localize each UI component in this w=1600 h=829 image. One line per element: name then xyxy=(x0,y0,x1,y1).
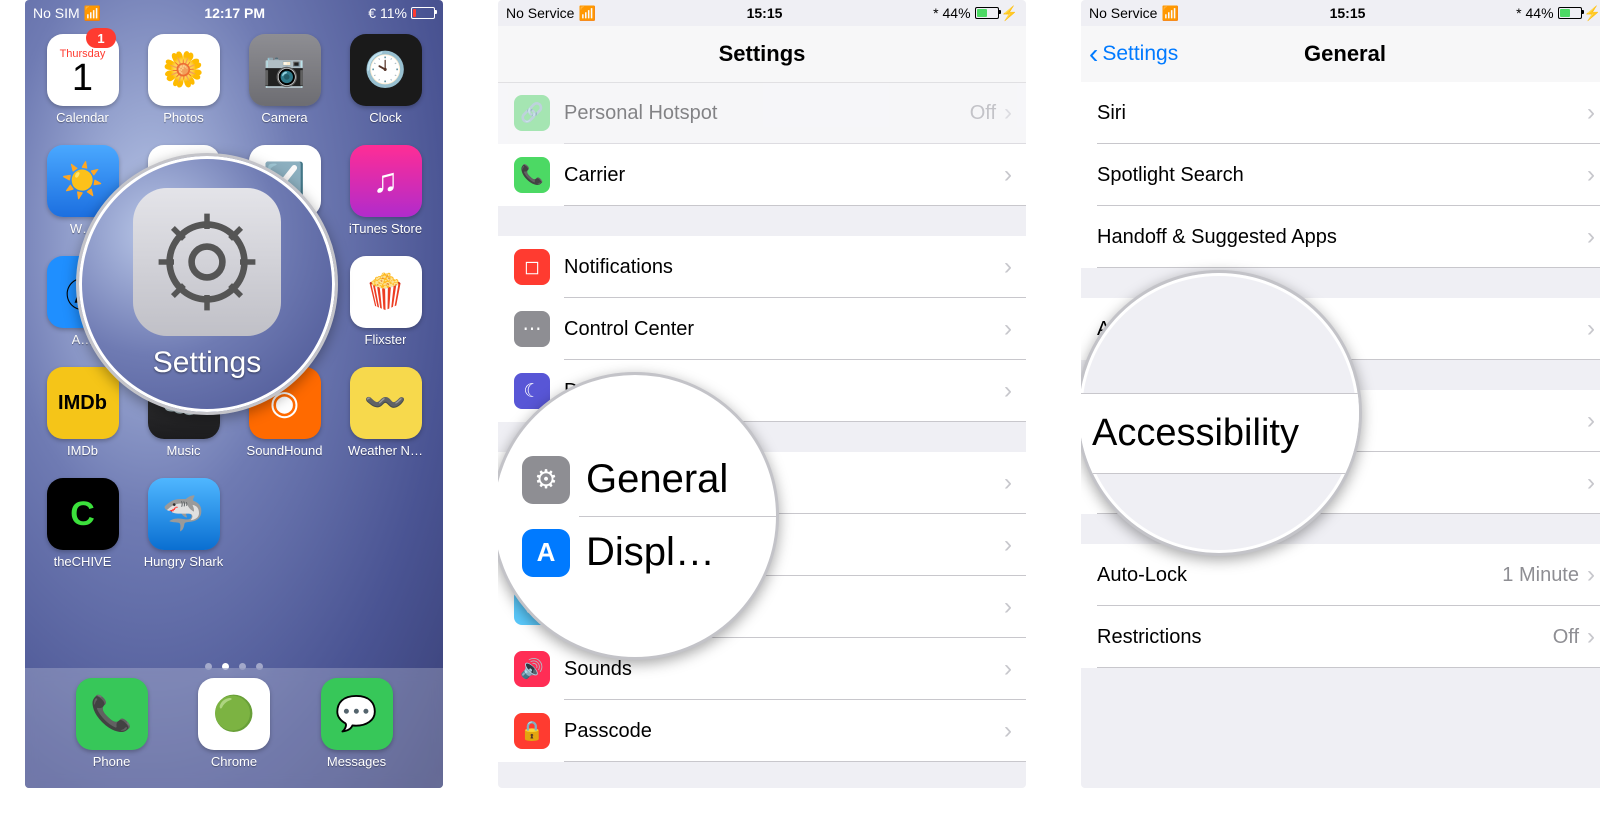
app-camera[interactable]: 📷Camera xyxy=(243,34,326,125)
zoom-row-accessibility[interactable]: Accessibility xyxy=(1081,393,1362,474)
notifications-icon: ◻︎ xyxy=(514,249,550,285)
app-imdb[interactable]: IMDbIMDb xyxy=(41,367,124,458)
chevron-right-icon: › xyxy=(1004,253,1012,281)
control-center-icon: ⋯ xyxy=(514,311,550,347)
display-icon: A xyxy=(522,529,570,577)
chevron-right-icon: › xyxy=(1587,623,1595,651)
carrier-label: No Service xyxy=(506,5,574,21)
chevron-right-icon: › xyxy=(1587,161,1595,189)
chevron-right-icon: › xyxy=(1587,407,1595,435)
chevron-right-icon: › xyxy=(1004,315,1012,343)
status-bar: No Service📶 15:15 * 44%⚡ xyxy=(498,0,1026,26)
zoom-row-display[interactable]: A Displ… xyxy=(498,517,776,589)
row-auto-lock[interactable]: Auto-Lock1 Minute› xyxy=(1081,544,1600,606)
carrier-label: No SIM xyxy=(33,5,80,21)
zoom-label: Settings xyxy=(153,346,261,380)
nav-bar: ‹Settings General xyxy=(1081,26,1600,83)
battery-icon: ⚡ xyxy=(975,5,1018,22)
row-siri[interactable]: Siri› xyxy=(1081,82,1600,144)
row-notifications[interactable]: ◻︎Notifications› xyxy=(498,236,1026,298)
battery-percent: 44% xyxy=(943,5,971,21)
chevron-right-icon: › xyxy=(1587,223,1595,251)
app-weather-network[interactable]: 〰️Weather N… xyxy=(344,367,427,458)
row-restrictions[interactable]: RestrictionsOff› xyxy=(1081,606,1600,668)
status-bar: No Service📶 15:15 * 44%⚡ xyxy=(1081,0,1600,26)
chevron-right-icon: › xyxy=(1004,161,1012,189)
clock-label: 15:15 xyxy=(747,5,783,21)
chevron-right-icon: › xyxy=(1587,99,1595,127)
home-wallpaper: No SIM 📶 12:17 PM € 11% Thursday1 1 Cale… xyxy=(25,0,443,788)
row-control-center[interactable]: ⋯Control Center› xyxy=(498,298,1026,360)
chevron-right-icon: › xyxy=(1004,531,1012,559)
chevron-right-icon: › xyxy=(1004,593,1012,621)
sounds-icon: 🔊 xyxy=(514,651,550,687)
bluetooth-icon: € xyxy=(368,5,376,21)
battery-percent: 11% xyxy=(380,5,407,21)
back-button[interactable]: ‹Settings xyxy=(1089,38,1178,70)
section-separator xyxy=(498,206,1026,236)
chevron-left-icon: ‹ xyxy=(1089,38,1098,70)
bluetooth-icon: * xyxy=(1516,5,1521,21)
row-spotlight-search[interactable]: Spotlight Search› xyxy=(1081,144,1600,206)
zoom-callout-settings: Settings xyxy=(76,153,338,415)
chevron-right-icon: › xyxy=(1587,469,1595,497)
dock-phone[interactable]: 📞Phone xyxy=(76,678,148,769)
app-photos[interactable]: 🌼Photos xyxy=(142,34,225,125)
app-flixster[interactable]: 🍿Flixster xyxy=(344,256,427,347)
settings-icon[interactable] xyxy=(133,188,281,336)
panel-general-list: No Service📶 15:15 * 44%⚡ ‹Settings Genera… xyxy=(1081,0,1600,788)
chevron-right-icon: › xyxy=(1004,469,1012,497)
badge-calendar: 1 xyxy=(86,28,116,48)
wifi-icon: 📶 xyxy=(84,5,101,22)
link-icon: 🔗 xyxy=(514,95,550,131)
phone-icon: 📞 xyxy=(514,157,550,193)
clock-label: 15:15 xyxy=(1330,5,1366,21)
clock-label: 12:17 PM xyxy=(204,5,265,21)
nav-bar: Settings xyxy=(498,26,1026,83)
dock-messages[interactable]: 💬Messages xyxy=(321,678,393,769)
app-thechive[interactable]: CtheCHIVE xyxy=(41,478,124,569)
panel-settings-list: No Service📶 15:15 * 44%⚡ Settings 🔗Person… xyxy=(498,0,1026,788)
panel-home-screen: No SIM 📶 12:17 PM € 11% Thursday1 1 Cale… xyxy=(25,0,443,788)
status-bar: No SIM 📶 12:17 PM € 11% xyxy=(25,0,443,26)
row-personal-hotspot[interactable]: 🔗Personal HotspotOff› xyxy=(498,82,1026,144)
app-hungry-shark[interactable]: 🦈Hungry Shark xyxy=(142,478,225,569)
chevron-right-icon: › xyxy=(1004,655,1012,683)
battery-icon: ⚡ xyxy=(1558,5,1600,22)
chevron-right-icon: › xyxy=(1004,99,1012,127)
bluetooth-icon: * xyxy=(933,5,938,21)
battery-icon xyxy=(411,7,435,19)
page-title: General xyxy=(1304,41,1386,67)
carrier-label: No Service xyxy=(1089,5,1157,21)
app-clock[interactable]: 🕙Clock xyxy=(344,34,427,125)
dock: 📞Phone 🟢Chrome 💬Messages xyxy=(25,668,443,788)
row-passcode[interactable]: 🔒Passcode› xyxy=(498,700,1026,762)
app-itunes-store[interactable]: ♫iTunes Store xyxy=(344,145,427,236)
chevron-right-icon: › xyxy=(1587,315,1595,343)
battery-percent: 44% xyxy=(1526,5,1554,21)
chevron-right-icon: › xyxy=(1004,717,1012,745)
gear-icon: ⚙ xyxy=(522,456,570,504)
row-handoff[interactable]: Handoff & Suggested Apps› xyxy=(1081,206,1600,268)
row-carrier[interactable]: 📞Carrier› xyxy=(498,144,1026,206)
wifi-icon: 📶 xyxy=(1161,5,1178,22)
zoom-callout-general: ⚙ General A Displ… xyxy=(498,372,779,660)
chevron-right-icon: › xyxy=(1004,377,1012,405)
app-calendar[interactable]: Thursday1 1 Calendar xyxy=(41,34,124,125)
wifi-icon: 📶 xyxy=(578,5,595,22)
chevron-right-icon: › xyxy=(1587,561,1595,589)
dock-chrome[interactable]: 🟢Chrome xyxy=(198,678,270,769)
zoom-row-general[interactable]: ⚙ General xyxy=(498,444,776,516)
page-title: Settings xyxy=(719,41,806,67)
zoom-callout-accessibility: Accessibility xyxy=(1081,270,1362,556)
lock-icon: 🔒 xyxy=(514,713,550,749)
